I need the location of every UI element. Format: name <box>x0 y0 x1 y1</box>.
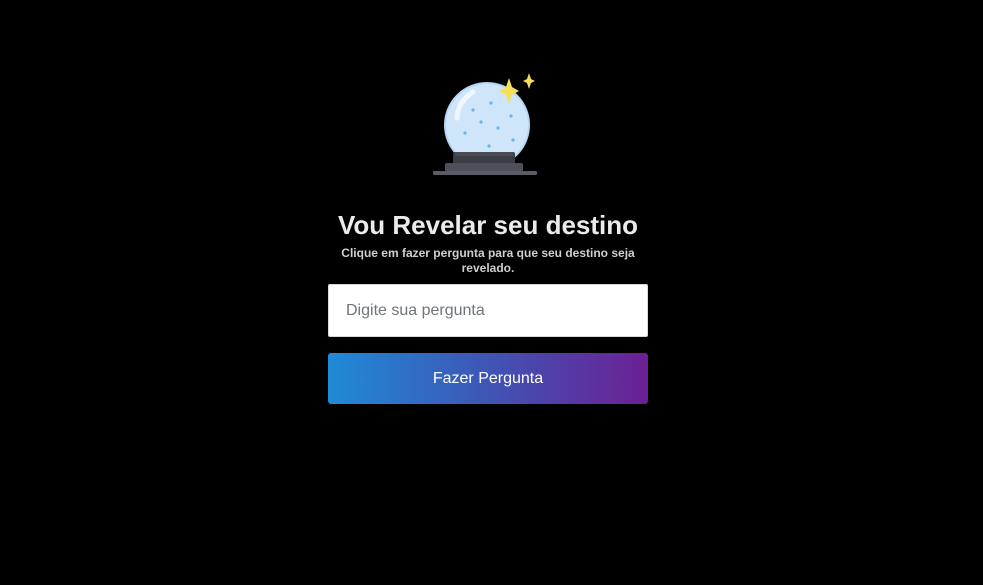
question-input[interactable] <box>328 284 648 337</box>
page-title: Vou Revelar seu destino <box>337 210 639 240</box>
ask-question-button[interactable]: Fazer Pergunta <box>328 353 648 404</box>
page-subtitle: Clique em fazer pergunta para que seu de… <box>341 246 635 275</box>
crystal-ball-icon <box>433 73 537 175</box>
oracle-card: Vou Revelar seu destino Clique em fazer … <box>328 70 648 404</box>
